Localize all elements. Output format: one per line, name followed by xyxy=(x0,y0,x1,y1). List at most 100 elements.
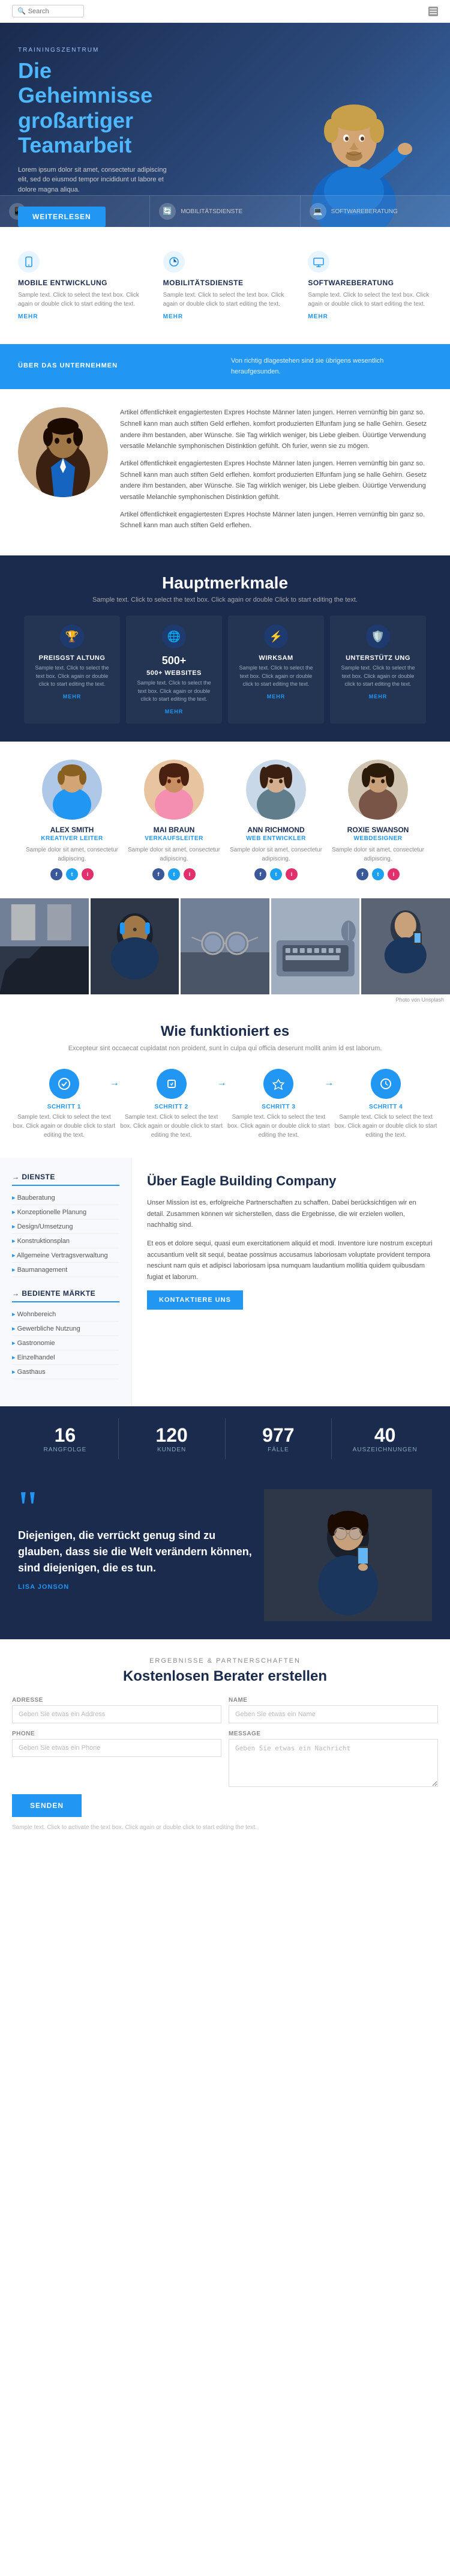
phone-input[interactable] xyxy=(12,1739,221,1757)
feature-btn-1[interactable]: MEHR xyxy=(135,709,213,715)
search-bar[interactable]: 🔍 xyxy=(12,5,84,17)
feature-card-2: ⚡ WIRKSAM Sample text. Click to select t… xyxy=(228,615,324,724)
two-col-section: → DIENSTE Bauberatung Konzeptionelle Pla… xyxy=(0,1158,450,1406)
services-sidebar-list: Bauberatung Konzeptionelle Planung Desig… xyxy=(12,1191,119,1277)
about-detail-section: Artikel öffentlichkeit engagiertesten Ex… xyxy=(0,389,450,555)
team-card-2: ANN RICHMOND WEB ENTWICKLER Sample dolor… xyxy=(230,760,323,880)
step-arrow-2: → xyxy=(324,1078,334,1089)
about-para-1: Artikel öffentlichkeit engagiertesten Ex… xyxy=(120,407,432,452)
stat-num-0: 16 xyxy=(18,1424,112,1447)
twitter-icon-2[interactable]: t xyxy=(270,868,282,880)
stat-label-1: KUNDEN xyxy=(125,1447,219,1453)
about-person-image xyxy=(18,407,108,497)
photo-cell-0 xyxy=(0,898,89,994)
search-input[interactable] xyxy=(28,8,82,15)
team-role-3: WEBDESIGNER xyxy=(332,835,425,842)
instagram-icon-3[interactable]: i xyxy=(388,868,400,880)
hero-badge: TRAININGSZENTRUM xyxy=(18,47,432,53)
feature-icon-2: ⚡ xyxy=(264,624,288,649)
team-text-3: Sample dolor sit amet, consectetur adipi… xyxy=(332,845,425,863)
step-text-1: Sample text. Click to select the text bo… xyxy=(119,1113,224,1140)
form-col-left: Adresse Phone xyxy=(12,1697,221,1787)
step-arrow-1: → xyxy=(217,1078,227,1089)
team-text-2: Sample dolor sit amet, consectetur adipi… xyxy=(230,845,323,863)
service-mobile: MOBILE ENTWICKLUNG Sample text. Click to… xyxy=(12,245,148,326)
instagram-icon-0[interactable]: i xyxy=(82,868,94,880)
stat-num-2: 977 xyxy=(232,1424,326,1447)
hero-title: Die Geheimnisse großartiger Teamarbeit xyxy=(18,58,432,158)
stat-label-3: AUSZEICHNUNGEN xyxy=(338,1447,432,1453)
market-item-4[interactable]: Gasthaus xyxy=(12,1365,119,1379)
quote-author: LISA JONSON xyxy=(18,1583,252,1591)
team-card-3: ROXIE SWANSON WEBDESIGNER Sample dolor s… xyxy=(332,760,425,880)
service-mobility-title: MOBILITÄTSDIENSTE xyxy=(163,279,287,287)
stat-2: 977 FÄLLE xyxy=(226,1418,332,1459)
service-software-link[interactable]: MEHR xyxy=(308,313,432,320)
facebook-icon-0[interactable]: f xyxy=(50,868,62,880)
feature-btn-3[interactable]: MEHR xyxy=(339,694,417,700)
service-mobility-link[interactable]: MEHR xyxy=(163,313,287,320)
feature-text-1: Sample text. Click to select the text bo… xyxy=(135,679,213,704)
services-sidebar: → DIENSTE Bauberatung Konzeptionelle Pla… xyxy=(0,1158,132,1406)
service-mobile-link[interactable]: MEHR xyxy=(18,313,142,320)
market-item-2[interactable]: Gastronomie xyxy=(12,1336,119,1350)
facebook-icon-2[interactable]: f xyxy=(254,868,266,880)
contact-label: ERGEBNISSE & PARTNERSCHAFTEN xyxy=(12,1657,438,1664)
quote-mark: " xyxy=(18,1489,252,1528)
address-input[interactable] xyxy=(12,1705,221,1723)
features-subtitle: Sample text. Click to select the text bo… xyxy=(12,596,438,603)
about-banner: ÜBER DAS UNTERNEHMEN Von richtig dlagest… xyxy=(0,344,450,389)
market-item-1[interactable]: Gewerbliche Nutzung xyxy=(12,1322,119,1336)
service-item-1[interactable]: Konzeptionelle Planung xyxy=(12,1205,119,1220)
facebook-icon-3[interactable]: f xyxy=(356,868,368,880)
feature-card-1: 🌐 500+ 500+ WEBSITES Sample text. Click … xyxy=(126,615,222,724)
stats-section: 16 RANGFOLGE 120 KUNDEN 977 FÄLLE 40 AUS… xyxy=(0,1406,450,1471)
submit-button[interactable]: SENDEN xyxy=(12,1794,82,1817)
step-0: SCHRITT 1 Sample text. Click to select t… xyxy=(12,1069,116,1140)
service-software-text: Sample text. Click to select the text bo… xyxy=(308,291,432,309)
service-item-0[interactable]: Bauberatung xyxy=(12,1191,119,1205)
instagram-icon-2[interactable]: i xyxy=(286,868,298,880)
service-software: SOFTWAREBERATUNG Sample text. Click to s… xyxy=(302,245,438,326)
team-grid: ALEX SMITH KREATIVER LEITER Sample dolor… xyxy=(12,760,438,880)
features-grid: 🏆 PREISGST ALTUNG Sample text. Click to … xyxy=(12,615,438,724)
team-role-0: KREATIVER LEITER xyxy=(26,835,119,842)
service-item-5[interactable]: Baumanagement xyxy=(12,1263,119,1277)
service-mobile-text: Sample text. Click to select the text bo… xyxy=(18,291,142,309)
how-section: Wie funktioniert es Excepteur sint occae… xyxy=(0,1005,450,1158)
feature-btn-0[interactable]: MEHR xyxy=(33,694,111,700)
facebook-icon-1[interactable]: f xyxy=(152,868,164,880)
hero-text: TRAININGSZENTRUM Die Geheimnisse großart… xyxy=(18,47,432,227)
menu-icon[interactable] xyxy=(428,7,438,16)
search-icon: 🔍 xyxy=(17,7,26,15)
team-name-3: ROXIE SWANSON xyxy=(332,826,425,834)
service-item-3[interactable]: Konstruktionsplan xyxy=(12,1234,119,1248)
avatar-ann xyxy=(246,760,306,820)
name-input[interactable] xyxy=(229,1705,438,1723)
hero-cta-button[interactable]: WEITERLESEN xyxy=(18,207,106,227)
contact-us-button[interactable]: KONTAKTIERE UNS xyxy=(147,1290,243,1310)
market-item-0[interactable]: Wohnbereich xyxy=(12,1307,119,1322)
twitter-icon-1[interactable]: t xyxy=(168,868,180,880)
twitter-icon-3[interactable]: t xyxy=(372,868,384,880)
feature-card-3: 🛡️ UNTERSTÜTZ UNG Sample text. Click to … xyxy=(330,615,426,724)
service-item-4[interactable]: Allgemeine Vertragsverwaltung xyxy=(12,1248,119,1263)
feature-title-2: WIRKSAM xyxy=(237,655,315,662)
address-group: Adresse xyxy=(12,1697,221,1723)
instagram-icon-1[interactable]: i xyxy=(184,868,196,880)
twitter-icon-0[interactable]: t xyxy=(66,868,78,880)
photo-cell-3 xyxy=(271,898,360,994)
feature-btn-2[interactable]: MEHR xyxy=(237,694,315,700)
step-num-3: SCHRITT 4 xyxy=(334,1104,438,1110)
contact-section: ERGEBNISSE & PARTNERSCHAFTEN Kostenlosen… xyxy=(0,1639,450,1850)
feature-title-0: PREISGST ALTUNG xyxy=(33,655,111,662)
phone-group: Phone xyxy=(12,1731,221,1757)
market-item-3[interactable]: Einzelhandel xyxy=(12,1350,119,1365)
how-subtitle: Excepteur sint occaecat cupidatat non pr… xyxy=(12,1044,438,1054)
feature-title-3: UNTERSTÜTZ UNG xyxy=(339,655,417,662)
photo-grid-section: Photo von Unsplash xyxy=(0,898,450,1005)
photo-cell-2 xyxy=(181,898,269,994)
step-num-0: SCHRITT 1 xyxy=(12,1104,116,1110)
service-item-2[interactable]: Design/Umsetzung xyxy=(12,1220,119,1234)
message-textarea[interactable] xyxy=(229,1739,438,1787)
